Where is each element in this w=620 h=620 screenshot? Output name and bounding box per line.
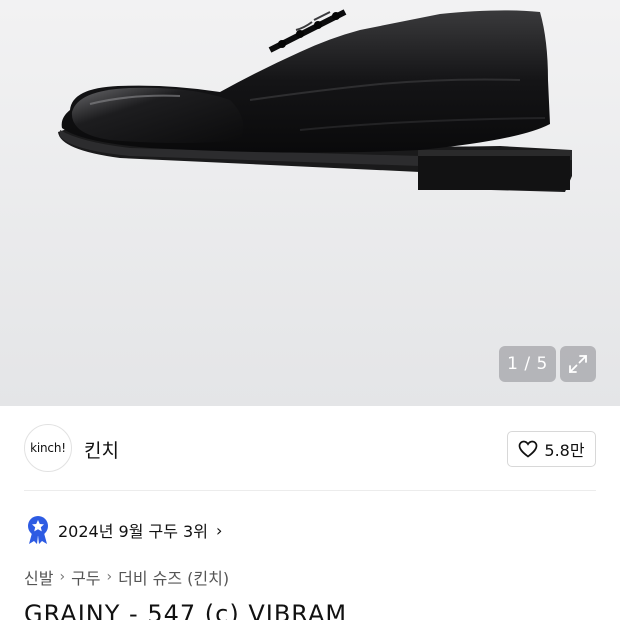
chevron-right-icon: › xyxy=(215,520,223,540)
like-count: 5.8만 xyxy=(544,441,585,460)
heart-icon xyxy=(519,440,538,458)
rank-badge-icon xyxy=(28,516,48,544)
ranking-text: 2024년 9월 구두 3위 xyxy=(58,522,208,541)
breadcrumb-item-shoes[interactable]: 신발 xyxy=(24,565,53,589)
chevron-right-icon: › xyxy=(106,569,113,585)
breadcrumb: 신발 › 구두 › 더비 슈즈 (킨치) xyxy=(24,565,229,589)
brand-name[interactable]: 킨치 xyxy=(84,436,119,463)
breadcrumb-item-derby[interactable]: 더비 슈즈 (킨치) xyxy=(118,565,229,589)
brand-logo-text: kinch! xyxy=(30,441,66,455)
brand-row: kinch! 킨치 5.8만 xyxy=(24,424,596,472)
product-image-gallery[interactable]: 1 / 5 xyxy=(0,0,620,406)
image-counter: 1 / 5 xyxy=(499,346,556,382)
product-title: GRAINY - 547 (c) VIBRAM xyxy=(24,600,348,620)
expand-button[interactable] xyxy=(560,346,596,382)
ranking-link[interactable]: 2024년 9월 구두 3위 › xyxy=(26,514,222,546)
brand-logo[interactable]: kinch! xyxy=(24,424,72,472)
divider xyxy=(24,490,596,491)
like-button[interactable]: 5.8만 xyxy=(507,431,596,467)
expand-icon xyxy=(569,355,587,373)
chevron-right-icon: › xyxy=(59,569,66,585)
breadcrumb-item-dress-shoes[interactable]: 구두 xyxy=(71,565,100,589)
